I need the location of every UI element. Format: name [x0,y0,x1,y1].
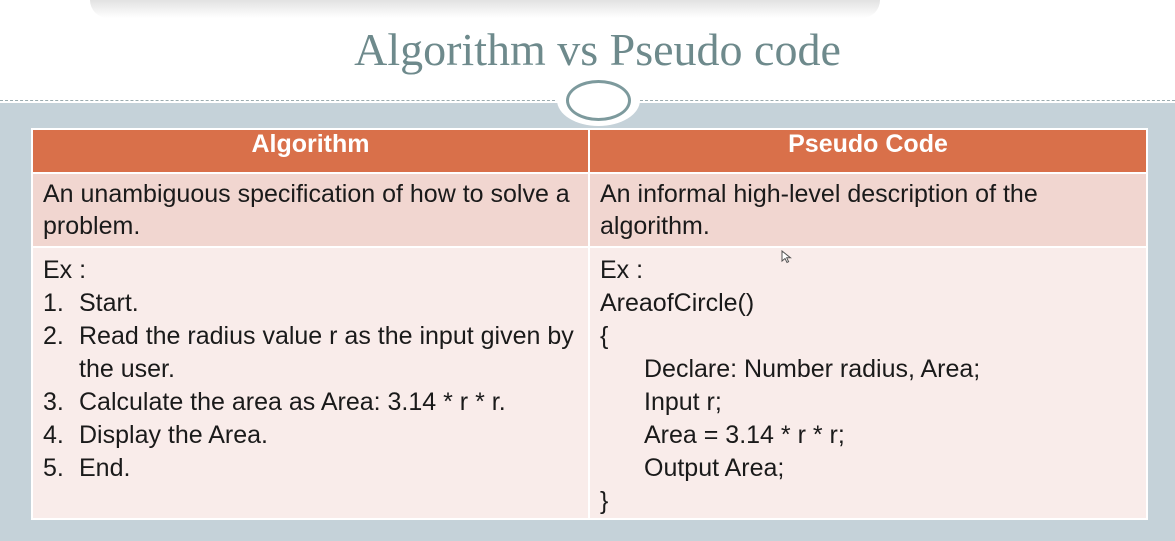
step-number: 4. [43,421,64,449]
step-text: End. [79,454,131,482]
algorithm-example: Ex : 1. Start. 2. Read the radius value … [31,246,590,520]
code-line: Output Area; [644,454,785,482]
code-line: { [600,322,609,350]
comparison-table: Algorithm Pseudo Code An unambiguous spe… [31,128,1148,520]
definition-row: An unambiguous specification of how to s… [31,172,1148,248]
algorithm-step: 3. Calculate the area as Area: 3.14 * r … [43,386,578,419]
step-number: 3. [43,388,64,416]
pseudo-code-definition: An informal high-level description of th… [588,172,1148,248]
step-text: Read the radius value r as the input giv… [79,322,574,383]
step-number: 1. [43,289,64,317]
step-text: Start. [79,289,139,317]
step-number: 5. [43,454,64,482]
step-text: Calculate the area as Area: 3.14 * r * r… [79,388,506,416]
pseudo-example-label: Ex : [600,256,644,284]
pseudo-code-example: Ex : AreaofCircle() { Declare: Number ra… [588,246,1148,520]
table-header-row: Algorithm Pseudo Code [31,128,1148,174]
algorithm-example-label: Ex : [43,256,87,284]
algorithm-definition: An unambiguous specification of how to s… [31,172,590,248]
step-text: Display the Area. [79,421,268,449]
algorithm-step: 5. End. [43,452,578,485]
algorithm-step: 2. Read the radius value r as the input … [43,320,578,386]
slide-title: Algorithm vs Pseudo code [354,24,841,75]
top-shadow [90,0,880,18]
mouse-pointer-icon [781,250,792,264]
title-divider-left [0,100,560,101]
header-algorithm: Algorithm [31,128,590,174]
header-pseudo-code: Pseudo Code [588,128,1148,174]
ellipse-ornament-icon [566,80,631,121]
code-line: } [600,487,609,515]
code-line: Area = 3.14 * r * r; [644,421,845,449]
title-divider-right [640,100,1175,101]
algorithm-step: 1. Start. [43,287,578,320]
code-line: AreaofCircle() [600,289,755,317]
code-line: Input r; [644,388,722,416]
algorithm-step: 4. Display the Area. [43,419,578,452]
example-row: Ex : 1. Start. 2. Read the radius value … [31,246,1148,520]
code-line: Declare: Number radius, Area; [644,355,981,383]
step-number: 2. [43,322,64,350]
